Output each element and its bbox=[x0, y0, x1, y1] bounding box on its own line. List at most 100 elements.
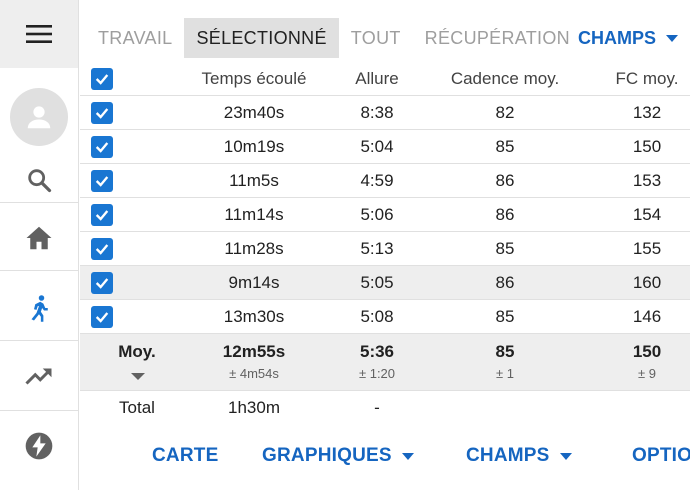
charts-button[interactable]: GRAPHIQUES bbox=[262, 436, 414, 476]
total-time: 1h30m bbox=[228, 398, 280, 417]
cell-hr: 154 bbox=[632, 204, 662, 224]
cell-hr: 153 bbox=[632, 170, 662, 190]
check-icon bbox=[95, 141, 109, 153]
average-pace-sd: ± 1:20 bbox=[358, 366, 396, 381]
home-icon bbox=[26, 226, 52, 250]
cell-cadence: 85 bbox=[495, 306, 515, 326]
caret-down-icon bbox=[559, 452, 572, 460]
row-checkbox[interactable] bbox=[91, 169, 113, 192]
charts-button-label: GRAPHIQUES bbox=[262, 445, 392, 466]
check-icon bbox=[95, 311, 109, 323]
row-checkbox[interactable] bbox=[91, 305, 113, 328]
tab-recuperation[interactable]: RÉCUPÉRATION bbox=[413, 18, 582, 58]
cell-cadence: 86 bbox=[495, 204, 515, 224]
sidebar bbox=[0, 0, 79, 490]
total-label: Total bbox=[119, 398, 155, 417]
average-hr-sd: ± 9 bbox=[638, 366, 656, 381]
table-row[interactable]: 9m14s 5:05 86 160 bbox=[80, 266, 690, 300]
tab-bar: TRAVAIL SÉLECTIONNÉ TOUT RÉCUPÉRATION bbox=[86, 18, 582, 58]
row-checkbox[interactable] bbox=[91, 237, 113, 260]
running-person-icon bbox=[31, 295, 48, 322]
total-pace: - bbox=[374, 398, 380, 417]
lightning-bolt-icon bbox=[25, 432, 53, 460]
triangle-down-icon bbox=[131, 373, 145, 380]
search-button[interactable] bbox=[0, 152, 78, 208]
average-time: 12m55s bbox=[222, 342, 286, 361]
cell-hr: 155 bbox=[632, 238, 662, 258]
cell-pace: 8:38 bbox=[360, 102, 394, 122]
average-time-sd: ± 4m54s bbox=[229, 366, 279, 381]
cell-pace: 5:04 bbox=[360, 136, 394, 156]
cell-cadence: 86 bbox=[495, 272, 515, 292]
fields-dropdown-button[interactable]: CHAMPS bbox=[568, 18, 688, 58]
table-row[interactable]: 13m30s 5:08 85 146 bbox=[80, 300, 690, 334]
cell-cadence: 82 bbox=[495, 102, 515, 122]
total-row: Total 1h30m - bbox=[80, 392, 690, 424]
select-all-checkbox[interactable] bbox=[91, 67, 113, 90]
tab-travail[interactable]: TRAVAIL bbox=[86, 18, 184, 58]
cell-cadence: 85 bbox=[495, 136, 515, 156]
trends-button[interactable] bbox=[0, 348, 78, 404]
caret-down-icon bbox=[401, 452, 414, 460]
table-row[interactable]: 23m40s 8:38 82 132 bbox=[80, 96, 690, 130]
check-icon bbox=[95, 243, 109, 255]
menu-button[interactable] bbox=[0, 0, 78, 68]
table-row[interactable]: 11m28s 5:13 85 155 bbox=[80, 232, 690, 266]
average-label: Moy. bbox=[118, 342, 156, 361]
avatar[interactable] bbox=[10, 88, 68, 146]
tab-tout[interactable]: TOUT bbox=[339, 18, 413, 58]
column-header-hr[interactable]: FC moy. bbox=[602, 62, 690, 95]
column-header-cadence[interactable]: Cadence moy. bbox=[440, 62, 570, 95]
average-cadence: 85 bbox=[495, 342, 515, 361]
average-pace: 5:36 bbox=[359, 342, 395, 361]
cell-pace: 5:06 bbox=[360, 204, 394, 224]
table-row[interactable]: 11m14s 5:06 86 154 bbox=[80, 198, 690, 232]
check-icon bbox=[95, 175, 109, 187]
bottom-toolbar: CARTE GRAPHIQUES CHAMPS OPTIO bbox=[80, 436, 690, 476]
table-row[interactable]: 10m19s 5:04 85 150 bbox=[80, 130, 690, 164]
activity-button[interactable] bbox=[0, 280, 78, 336]
map-button-label: CARTE bbox=[152, 445, 219, 466]
cell-time: 11m28s bbox=[224, 238, 284, 258]
caret-down-icon bbox=[666, 34, 679, 42]
options-button-label: OPTIO bbox=[632, 445, 690, 466]
table-header: Temps écoulé Allure Cadence moy. FC moy. bbox=[80, 62, 690, 96]
cell-time: 10m19s bbox=[223, 136, 285, 156]
hamburger-menu-icon bbox=[26, 25, 52, 43]
cell-pace: 5:05 bbox=[360, 272, 394, 292]
check-icon bbox=[95, 277, 109, 289]
map-button[interactable]: CARTE bbox=[152, 436, 218, 476]
cell-time: 23m40s bbox=[223, 102, 285, 122]
expand-average-button[interactable] bbox=[128, 368, 148, 383]
cell-pace: 4:59 bbox=[360, 170, 394, 190]
cell-hr: 160 bbox=[632, 272, 662, 292]
options-button[interactable]: OPTIO bbox=[632, 436, 690, 476]
search-icon bbox=[28, 169, 52, 193]
fields-label: CHAMPS bbox=[578, 27, 657, 48]
cell-hr: 132 bbox=[632, 102, 662, 122]
table-row[interactable]: 11m5s 4:59 86 153 bbox=[80, 164, 690, 198]
row-checkbox[interactable] bbox=[91, 203, 113, 226]
cell-hr: 146 bbox=[632, 306, 662, 326]
cell-pace: 5:13 bbox=[360, 238, 394, 258]
average-row: Moy. 12m55s ± 4m54s 5:36 ± 1:20 85 ± 1 1… bbox=[80, 334, 690, 391]
trending-up-icon bbox=[25, 368, 52, 385]
cell-time: 13m30s bbox=[223, 306, 285, 326]
tab-selectionne[interactable]: SÉLECTIONNÉ bbox=[184, 18, 339, 58]
laps-table: Temps écoulé Allure Cadence moy. FC moy.… bbox=[80, 62, 690, 334]
column-header-pace[interactable]: Allure bbox=[342, 62, 412, 95]
cell-cadence: 85 bbox=[495, 238, 515, 258]
column-header-time[interactable]: Temps écoulé bbox=[184, 62, 324, 95]
cell-pace: 5:08 bbox=[360, 306, 394, 326]
row-checkbox[interactable] bbox=[91, 135, 113, 158]
home-button[interactable] bbox=[0, 210, 78, 266]
row-checkbox[interactable] bbox=[91, 271, 113, 294]
check-icon bbox=[95, 107, 109, 119]
cell-cadence: 86 bbox=[495, 170, 515, 190]
average-hr: 150 bbox=[632, 342, 662, 361]
row-checkbox[interactable] bbox=[91, 101, 113, 124]
check-icon bbox=[95, 209, 109, 221]
fields-button[interactable]: CHAMPS bbox=[466, 436, 572, 476]
cell-time: 9m14s bbox=[228, 272, 280, 292]
power-button[interactable] bbox=[0, 418, 78, 474]
